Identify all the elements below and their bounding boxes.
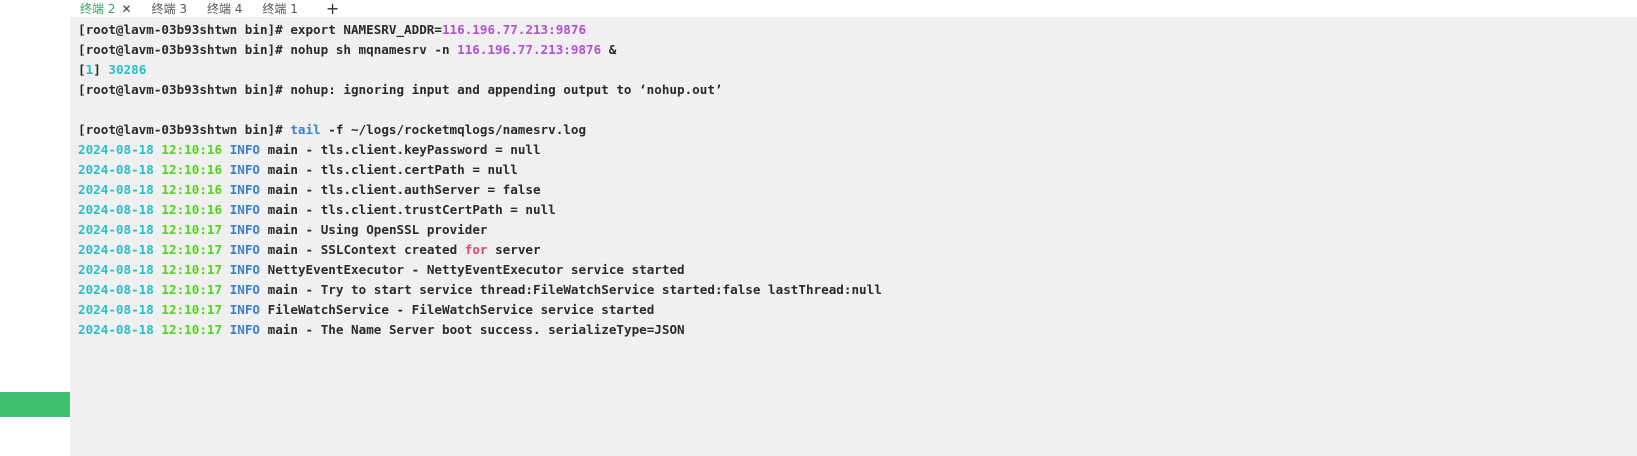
shell-prompt: [root@lavm-03b93shtwn bin]# bbox=[78, 82, 291, 97]
log-line: 2024-08-18 12:10:17 INFO FileWatchServic… bbox=[78, 300, 1637, 320]
tab-label: 终端 1 bbox=[262, 2, 298, 16]
terminal-output[interactable]: [root@lavm-03b93shtwn bin]# export NAMES… bbox=[70, 17, 1637, 456]
log-date: 2024-08-18 bbox=[78, 302, 154, 317]
log-date: 2024-08-18 bbox=[78, 162, 154, 177]
command-text: export NAMESRV_ADDR= bbox=[290, 22, 442, 37]
log-level: INFO bbox=[229, 182, 261, 197]
ip-address: 116.196.77.213:9876 bbox=[441, 22, 587, 37]
log-time: 12:10:16 bbox=[161, 202, 223, 217]
add-tab-icon[interactable]: + bbox=[326, 0, 339, 17]
log-line: 2024-08-18 12:10:17 INFO NettyEventExecu… bbox=[78, 260, 1637, 280]
log-message: main - Try to start service thread:FileW… bbox=[267, 282, 882, 297]
log-time: 12:10:17 bbox=[161, 242, 223, 257]
log-output: 2024-08-18 12:10:16 INFO main - tls.clie… bbox=[78, 140, 1637, 340]
terminal-line: [root@lavm-03b93shtwn bin]# export NAMES… bbox=[78, 20, 1637, 40]
log-line: 2024-08-18 12:10:17 INFO main - Try to s… bbox=[78, 280, 1637, 300]
command-text: nohup: ignoring input and appending outp… bbox=[290, 82, 723, 97]
log-date: 2024-08-18 bbox=[78, 322, 154, 337]
job-bracket: ] bbox=[93, 62, 109, 77]
job-bracket: [ bbox=[78, 62, 86, 77]
log-time: 12:10:17 bbox=[161, 302, 223, 317]
tab-terminal-4[interactable]: 终端 4 bbox=[197, 0, 252, 17]
log-level: INFO bbox=[229, 162, 261, 177]
close-icon[interactable]: ✕ bbox=[121, 2, 131, 16]
terminal-line: [root@lavm-03b93shtwn bin]# nohup sh mqn… bbox=[78, 40, 1637, 60]
left-panel-active-indicator[interactable] bbox=[0, 392, 70, 417]
log-level: INFO bbox=[229, 302, 261, 317]
log-time: 12:10:17 bbox=[161, 282, 223, 297]
tab-label: 终端 4 bbox=[206, 2, 243, 16]
log-date: 2024-08-18 bbox=[78, 282, 154, 297]
log-time: 12:10:16 bbox=[161, 162, 223, 177]
log-line: 2024-08-18 12:10:17 INFO main - SSLConte… bbox=[78, 240, 1637, 260]
terminal-tab-bar: 终端 2 ✕ 终端 3 终端 4 终端 1 + bbox=[70, 0, 1637, 17]
log-level: INFO bbox=[229, 322, 261, 337]
log-date: 2024-08-18 bbox=[78, 182, 154, 197]
log-message: main - tls.client.authServer = false bbox=[267, 182, 541, 197]
log-time: 12:10:17 bbox=[161, 262, 223, 277]
log-line: 2024-08-18 12:10:16 INFO main - tls.clie… bbox=[78, 180, 1637, 200]
log-message: server bbox=[487, 242, 541, 257]
log-line: 2024-08-18 12:10:17 INFO main - Using Op… bbox=[78, 220, 1637, 240]
command-text: nohup sh mqnamesrv -n bbox=[290, 42, 458, 57]
log-message: main - tls.client.keyPassword = null bbox=[267, 142, 541, 157]
ip-address: 116.196.77.213:9876 bbox=[457, 42, 602, 57]
log-level: INFO bbox=[229, 242, 261, 257]
terminal-line: [root@lavm-03b93shtwn bin]# nohup: ignor… bbox=[78, 80, 1637, 100]
log-level: INFO bbox=[229, 222, 261, 237]
log-time: 12:10:16 bbox=[161, 142, 223, 157]
log-level: INFO bbox=[229, 282, 261, 297]
command-text: -f ~/logs/rocketmqlogs/namesrv.log bbox=[320, 122, 587, 137]
log-line: 2024-08-18 12:10:16 INFO main - tls.clie… bbox=[78, 140, 1637, 160]
log-message: main - tls.client.certPath = null bbox=[267, 162, 518, 177]
terminal-line: [1] 30286 bbox=[78, 60, 1637, 80]
log-line: 2024-08-18 12:10:17 INFO main - The Name… bbox=[78, 320, 1637, 340]
tab-label: 终端 2 bbox=[80, 2, 116, 16]
log-message: main - SSLContext created bbox=[267, 242, 465, 257]
left-panel bbox=[0, 0, 70, 456]
log-time: 12:10:16 bbox=[161, 182, 223, 197]
tab-terminal-2[interactable]: 终端 2 ✕ bbox=[70, 0, 142, 17]
shell-prompt: [root@lavm-03b93shtwn bin]# bbox=[78, 122, 291, 137]
log-date: 2024-08-18 bbox=[78, 222, 154, 237]
tab-terminal-3[interactable]: 终端 3 bbox=[142, 0, 197, 17]
log-date: 2024-08-18 bbox=[78, 242, 154, 257]
log-level: INFO bbox=[229, 202, 261, 217]
command-text: & bbox=[601, 42, 617, 57]
shell-prompt: [root@lavm-03b93shtwn bin]# bbox=[78, 22, 291, 37]
terminal-line-empty bbox=[78, 100, 1637, 120]
tab-label: 终端 3 bbox=[151, 2, 187, 16]
log-level: INFO bbox=[229, 142, 261, 157]
log-level: INFO bbox=[229, 262, 261, 277]
log-date: 2024-08-18 bbox=[78, 202, 154, 217]
log-time: 12:10:17 bbox=[161, 322, 223, 337]
log-line: 2024-08-18 12:10:16 INFO main - tls.clie… bbox=[78, 200, 1637, 220]
log-message: FileWatchService - FileWatchService serv… bbox=[267, 302, 655, 317]
command-keyword: tail bbox=[290, 122, 321, 137]
tab-terminal-1[interactable]: 终端 1 bbox=[252, 0, 307, 17]
log-line: 2024-08-18 12:10:16 INFO main - tls.clie… bbox=[78, 160, 1637, 180]
log-message: main - Using OpenSSL provider bbox=[267, 222, 488, 237]
log-time: 12:10:17 bbox=[161, 222, 223, 237]
log-message: main - tls.client.trustCertPath = null bbox=[267, 202, 556, 217]
log-message: main - The Name Server boot success. ser… bbox=[267, 322, 685, 337]
terminal-line: [root@lavm-03b93shtwn bin]# tail -f ~/lo… bbox=[78, 120, 1637, 140]
log-date: 2024-08-18 bbox=[78, 142, 154, 157]
log-date: 2024-08-18 bbox=[78, 262, 154, 277]
log-message: NettyEventExecutor - NettyEventExecutor … bbox=[267, 262, 685, 277]
log-keyword: for bbox=[464, 242, 488, 257]
shell-prompt: [root@lavm-03b93shtwn bin]# bbox=[78, 42, 291, 57]
job-pid: 30286 bbox=[108, 62, 147, 77]
